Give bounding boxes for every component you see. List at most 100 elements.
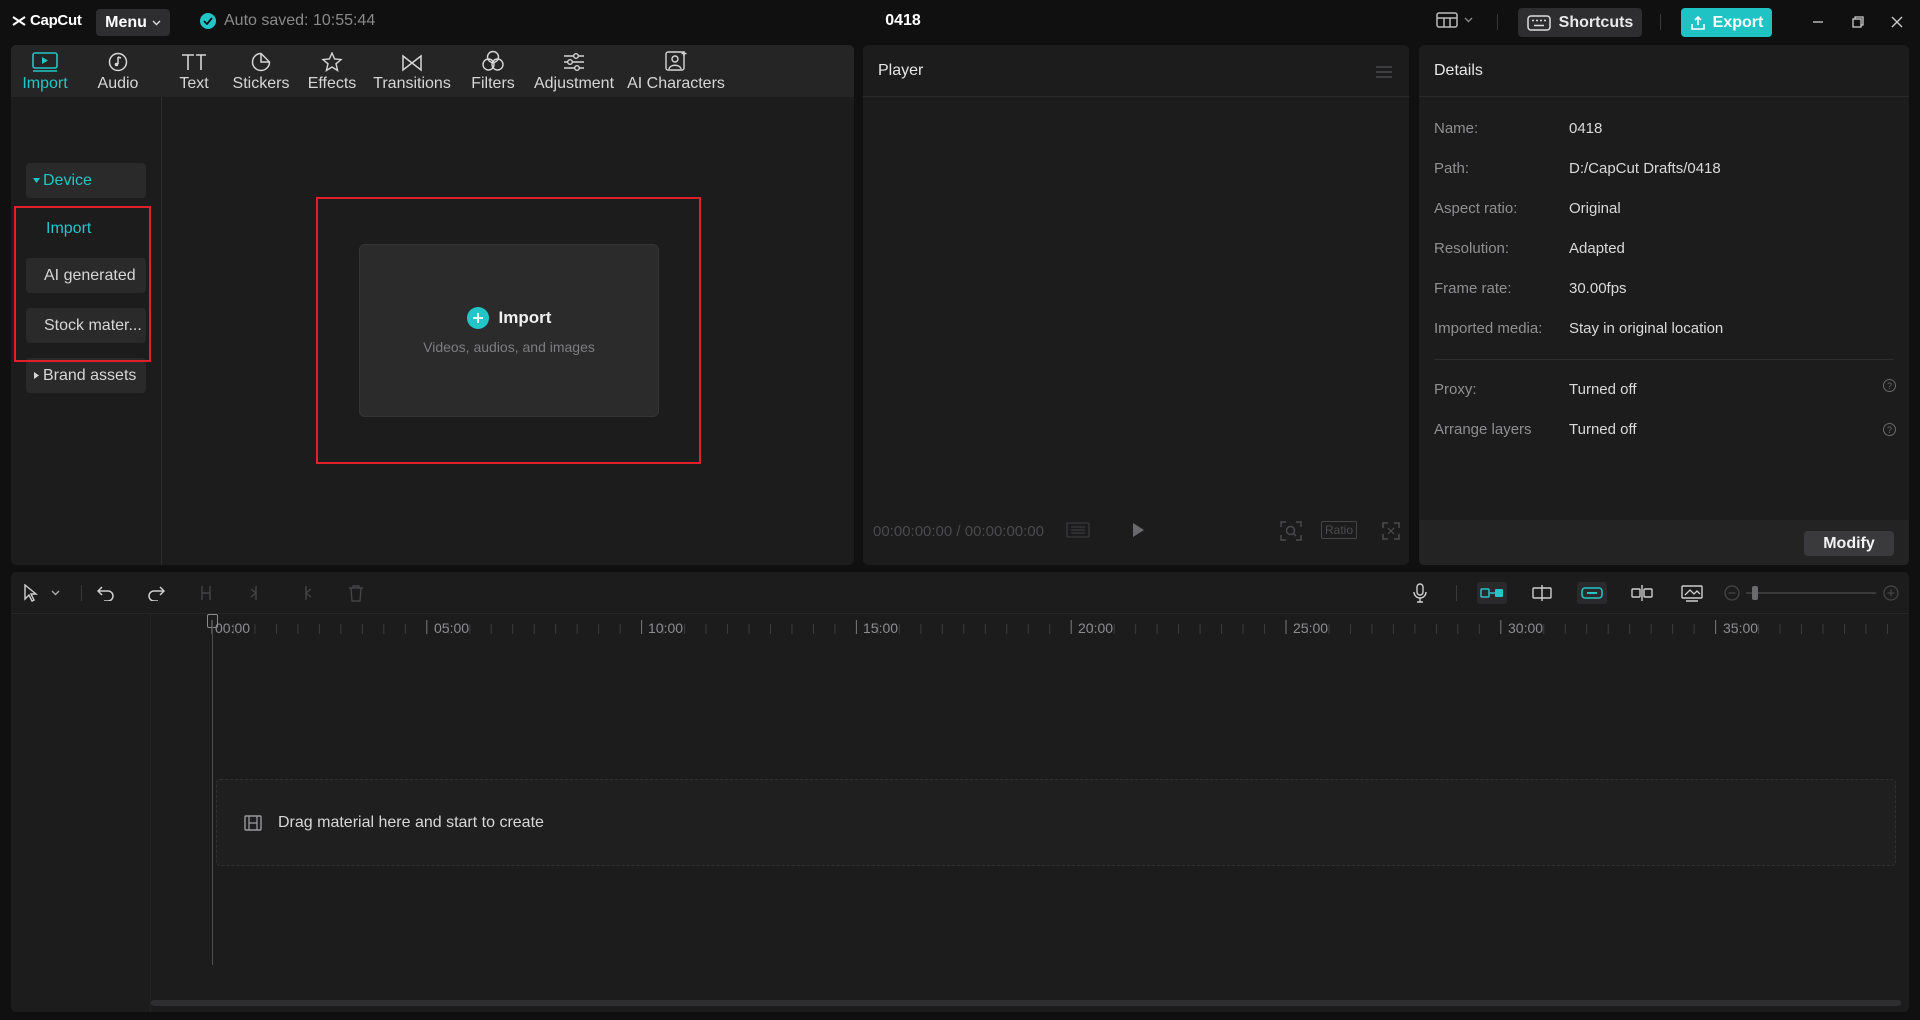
playhead[interactable] xyxy=(212,620,213,965)
tab-label: Text xyxy=(179,75,209,92)
detail-key: Imported media: xyxy=(1434,320,1543,337)
shortcuts-label: Shortcuts xyxy=(1558,13,1634,31)
player-title: Player xyxy=(878,61,924,79)
zoom-view-button[interactable] xyxy=(1279,520,1303,542)
tick-label: 25:00 xyxy=(1293,620,1329,636)
restore-button[interactable] xyxy=(1848,12,1868,32)
tab-label: Audio xyxy=(97,75,139,92)
nav-stock-material[interactable]: Stock mater... xyxy=(26,308,146,343)
tab-label: Transitions xyxy=(373,75,451,92)
detail-value: Stay in original location xyxy=(1569,320,1724,337)
tab-filters[interactable]: Filters xyxy=(467,45,519,97)
keyboard-icon xyxy=(1526,14,1551,31)
split-right-icon xyxy=(304,586,312,600)
minimize-icon xyxy=(1813,21,1823,23)
preview-axis-icon xyxy=(1631,585,1653,601)
minimize-button[interactable] xyxy=(1808,12,1828,32)
divider xyxy=(1660,14,1661,30)
import-icon xyxy=(32,52,58,72)
time-ruler[interactable]: 00:00 05:00 10:00 15:00 20:00 25:00 30:0… xyxy=(211,614,1901,638)
horizontal-scrollbar[interactable] xyxy=(151,1000,1901,1006)
main-track-magnet-button[interactable] xyxy=(1477,582,1507,604)
nav-import[interactable]: Import xyxy=(26,211,146,246)
import-drop-box[interactable]: Import Videos, audios, and images xyxy=(359,244,659,417)
nav-import-label: Import xyxy=(46,219,92,237)
detail-value: Original xyxy=(1569,200,1621,217)
zoom-in-button[interactable] xyxy=(1882,582,1900,604)
detail-key: Resolution: xyxy=(1434,240,1510,257)
player-panel: Player 00:00:00:00 / 00:00:00:00 Ratio xyxy=(863,45,1409,565)
play-button[interactable] xyxy=(1127,520,1149,540)
timeline-thumbnail-button[interactable] xyxy=(1679,582,1705,604)
close-button[interactable] xyxy=(1887,12,1907,32)
nav-ai-generated[interactable]: AI generated xyxy=(26,258,146,293)
player-header: Player xyxy=(863,45,1409,97)
thumbnail-icon xyxy=(1681,585,1703,602)
help-icon[interactable]: ? xyxy=(1883,379,1896,392)
detail-row-proxy: Proxy: Turned off xyxy=(1434,381,1637,398)
magnify-frame-icon xyxy=(1280,521,1302,541)
timeline-toolbar xyxy=(11,572,1909,614)
shortcuts-button[interactable]: Shortcuts xyxy=(1518,8,1642,37)
stickers-icon xyxy=(251,52,271,72)
linkage-button[interactable] xyxy=(1577,582,1607,604)
tick-label: 30:00 xyxy=(1508,620,1544,636)
hamburger-menu-icon xyxy=(1376,66,1392,78)
modify-button[interactable]: Modify xyxy=(1804,531,1894,556)
zoom-slider-handle[interactable] xyxy=(1752,586,1758,600)
tab-effects[interactable]: Effects xyxy=(305,45,359,97)
chevron-down-icon xyxy=(51,590,59,596)
detail-row-path: Path: D:/CapCut Drafts/0418 xyxy=(1434,160,1721,177)
detail-value: Adapted xyxy=(1569,240,1625,257)
select-tool-button[interactable] xyxy=(20,582,42,604)
nav-brand-assets[interactable]: Brand assets xyxy=(26,358,146,393)
nav-brand-label: Brand assets xyxy=(43,366,137,384)
redo-button[interactable] xyxy=(145,582,167,604)
media-panel: Import Audio Text Stickers Effects Trans… xyxy=(11,45,854,565)
tab-text[interactable]: Text xyxy=(169,45,219,97)
record-audio-button[interactable] xyxy=(1409,582,1431,604)
auto-snap-button[interactable] xyxy=(1529,582,1555,604)
tab-ai-characters[interactable]: AI Characters xyxy=(625,45,727,97)
media-tab-bar: Import Audio Text Stickers Effects Trans… xyxy=(11,45,854,97)
restore-icon xyxy=(1852,16,1864,28)
split-button[interactable] xyxy=(195,582,217,604)
divider xyxy=(1434,359,1894,360)
tab-import[interactable]: Import xyxy=(17,45,73,97)
split-left-button[interactable] xyxy=(245,582,267,604)
tab-stickers[interactable]: Stickers xyxy=(231,45,291,97)
help-icon[interactable]: ? xyxy=(1883,423,1896,436)
preview-axis-button[interactable] xyxy=(1629,582,1655,604)
nav-device-label: Device xyxy=(43,171,92,189)
detail-key: Name: xyxy=(1434,120,1479,137)
player-menu-button[interactable] xyxy=(1375,65,1393,84)
export-label: Export xyxy=(1712,13,1764,31)
zoom-out-button[interactable] xyxy=(1723,582,1741,604)
timeline-drop-zone[interactable]: Drag material here and start to create xyxy=(216,779,1896,866)
detail-value: Turned off xyxy=(1569,381,1637,398)
split-right-button[interactable] xyxy=(295,582,317,604)
ratio-button[interactable]: Ratio xyxy=(1321,521,1358,539)
filters-icon xyxy=(482,50,504,71)
tab-transitions[interactable]: Transitions xyxy=(371,45,453,97)
layout-switcher[interactable] xyxy=(1436,12,1473,28)
audio-icon xyxy=(108,52,128,72)
nav-device[interactable]: Device xyxy=(26,163,146,198)
film-icon xyxy=(244,814,262,831)
list-icon xyxy=(1066,522,1090,538)
divider xyxy=(1456,585,1457,601)
delete-button[interactable] xyxy=(345,582,367,604)
tab-audio[interactable]: Audio xyxy=(93,45,143,97)
title-bar: CapCut Menu Auto saved: 10:55:44 0418 Sh… xyxy=(0,0,1920,44)
text-icon xyxy=(182,54,206,70)
zoom-slider-track[interactable] xyxy=(1746,592,1876,594)
undo-button[interactable] xyxy=(95,582,117,604)
tick-label: 15:00 xyxy=(863,620,899,636)
detail-value: Turned off xyxy=(1569,421,1637,438)
select-tool-dropdown[interactable] xyxy=(48,582,62,604)
fullscreen-button[interactable] xyxy=(1381,520,1401,542)
tab-adjustment[interactable]: Adjustment xyxy=(531,45,617,97)
player-list-button[interactable] xyxy=(1065,520,1091,540)
export-button[interactable]: Export xyxy=(1681,8,1772,37)
detail-key: Path: xyxy=(1434,160,1470,177)
